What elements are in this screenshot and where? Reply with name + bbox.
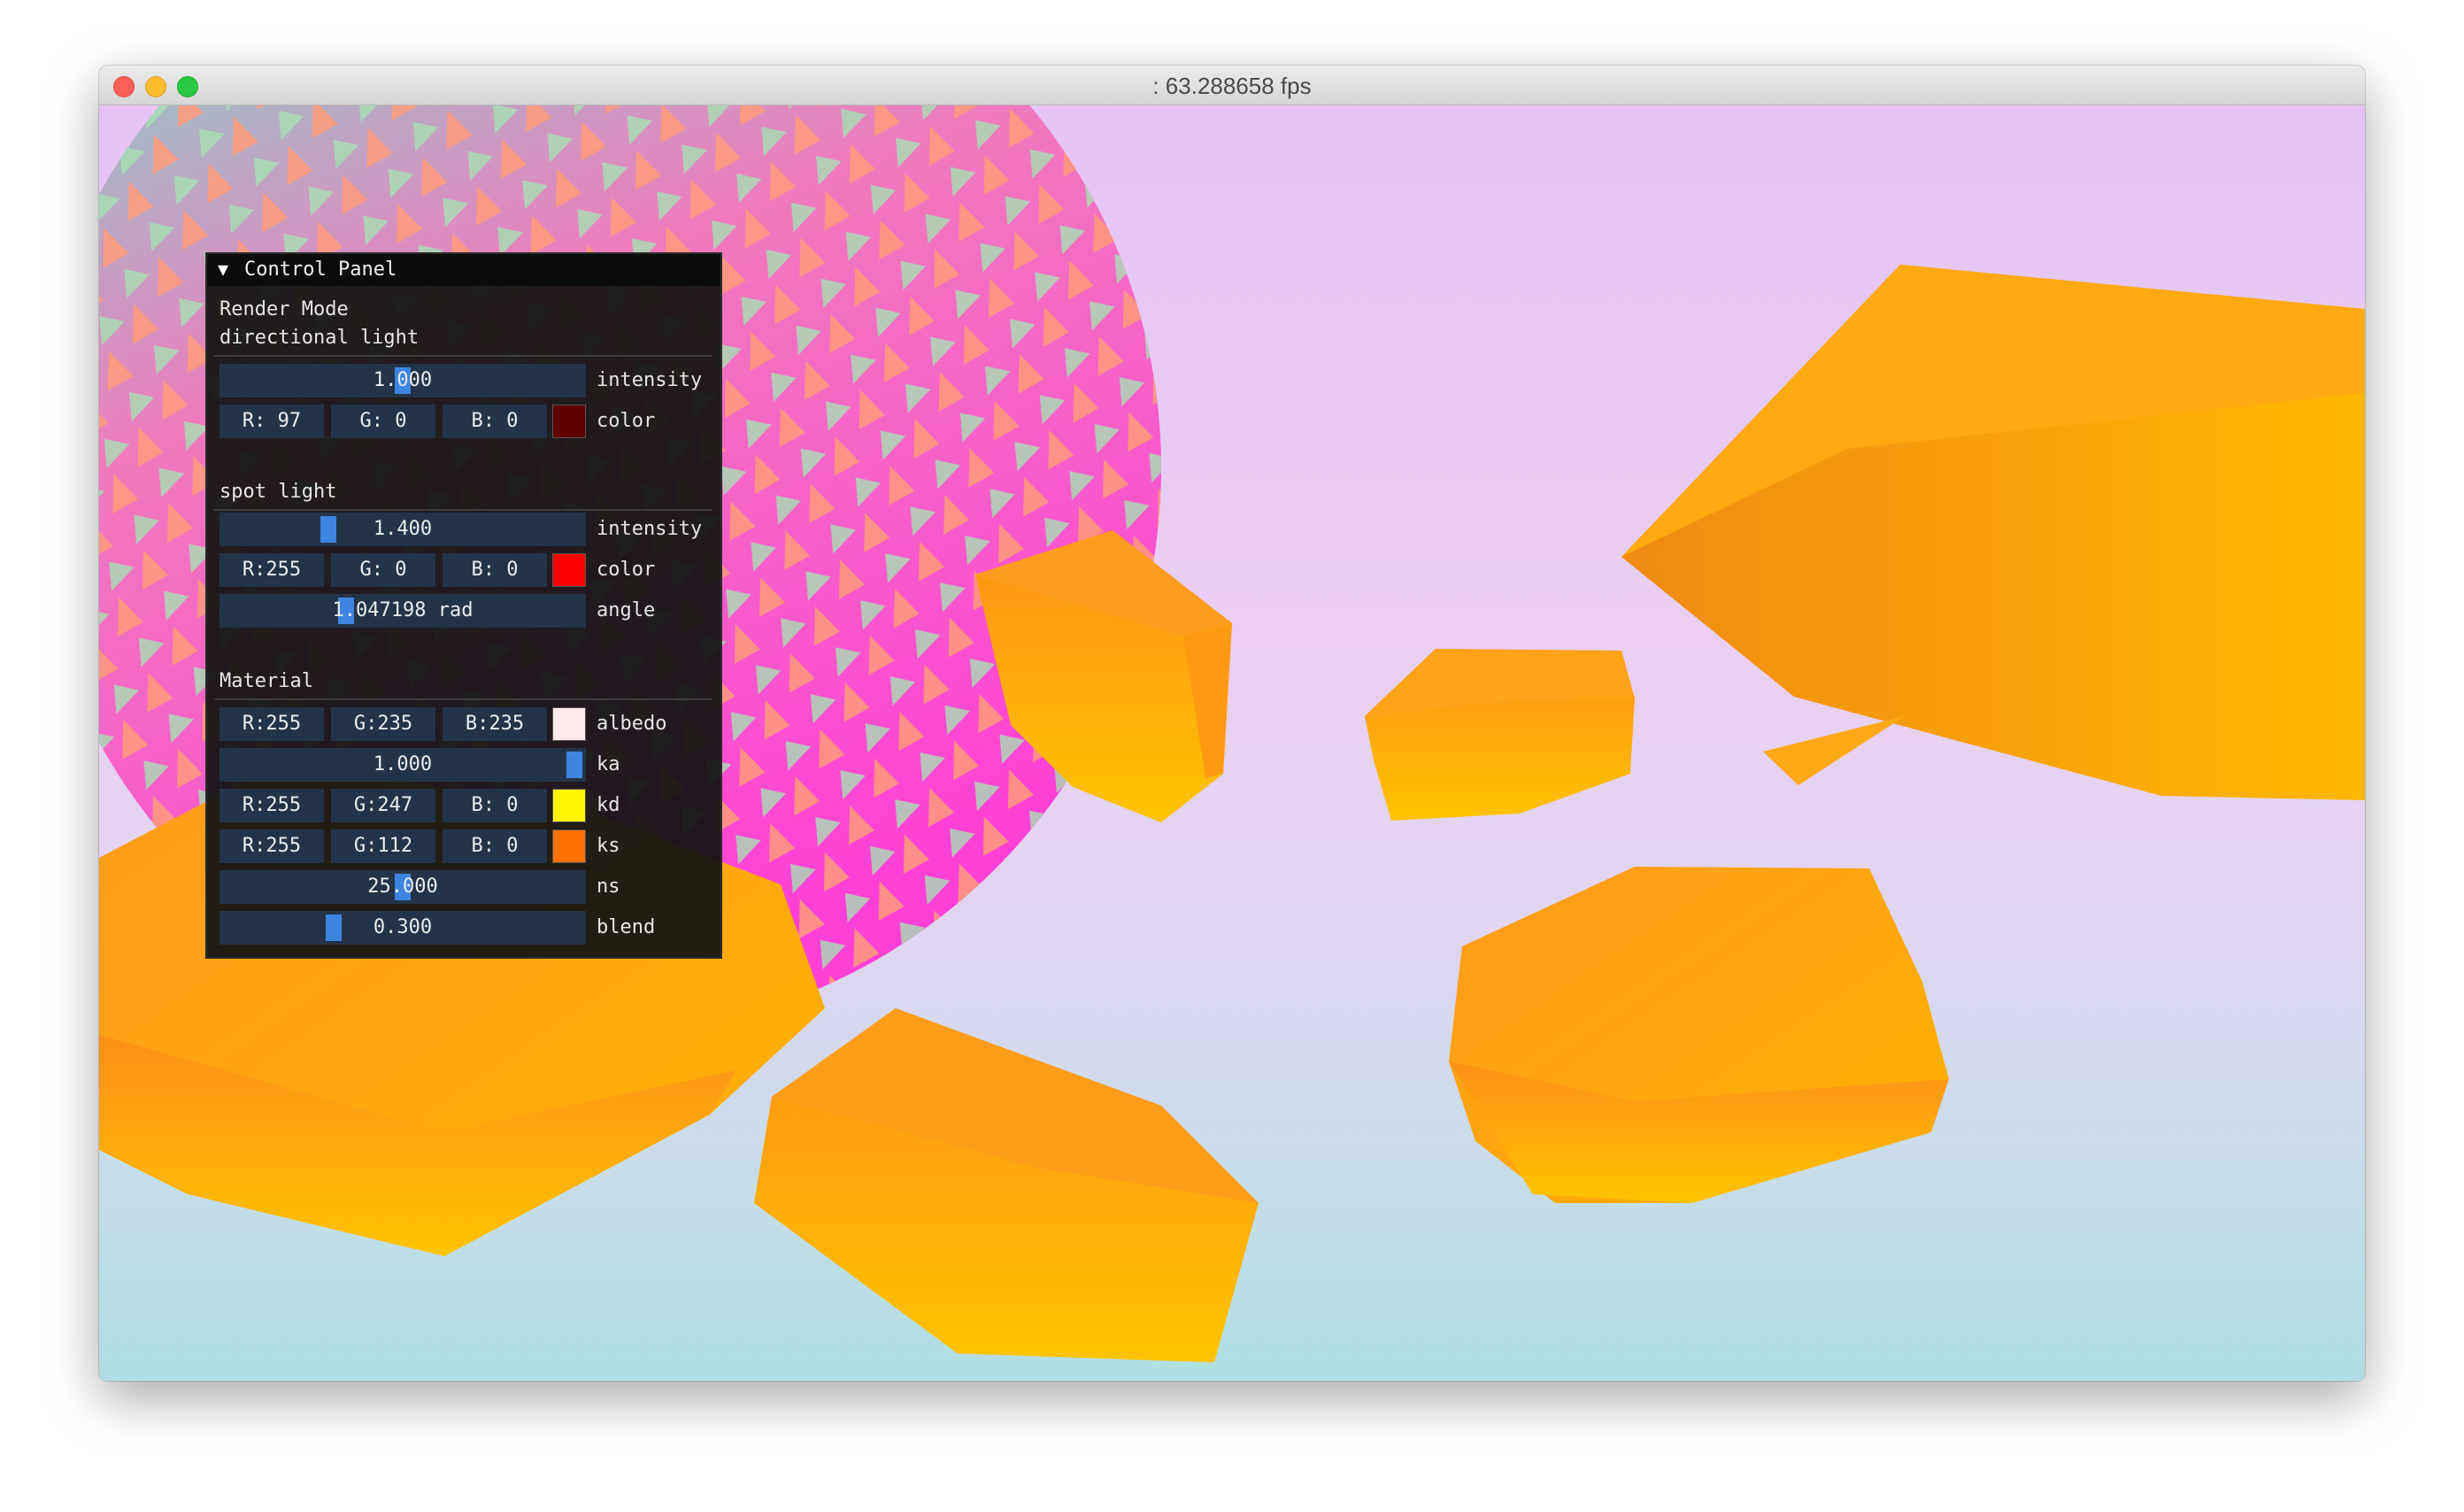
- field-value: R:255: [242, 794, 302, 816]
- field-value: G:247: [353, 794, 413, 816]
- field-value: G:112: [353, 835, 413, 857]
- spot-intensity-label: intensity: [597, 518, 703, 540]
- slider-value: 1.000: [373, 369, 433, 391]
- slider-value: 1.047198 rad: [332, 599, 474, 621]
- kd-b[interactable]: B: 0: [443, 789, 547, 822]
- control-panel-header[interactable]: ▼ Control Panel: [207, 254, 720, 286]
- spot-angle-label: angle: [597, 599, 656, 621]
- material-label: Material: [219, 670, 313, 692]
- spot-color-g[interactable]: G: 0: [331, 553, 435, 587]
- ns-slider[interactable]: 25.000: [219, 870, 586, 904]
- directional-color-r[interactable]: R: 97: [219, 405, 324, 438]
- directional-light-label: directional light: [219, 327, 420, 349]
- field-value: G:235: [353, 713, 413, 735]
- field-value: G: 0: [359, 559, 407, 581]
- field-value: B: 0: [471, 835, 519, 857]
- slider-value: 1.000: [373, 753, 433, 775]
- kd-color-swatch[interactable]: [552, 789, 586, 822]
- ka-slider[interactable]: 1.000: [219, 748, 586, 782]
- window-title: : 63.288658 fps: [1152, 73, 1312, 99]
- spot-color-b[interactable]: B: 0: [443, 553, 547, 587]
- field-value: G: 0: [359, 410, 407, 432]
- hexagon-prism-bottom-right: [1449, 867, 1949, 1203]
- kd-label: kd: [597, 794, 620, 816]
- spot-light-label: spot light: [219, 481, 337, 503]
- directional-color-label: color: [597, 410, 656, 432]
- ks-color-swatch[interactable]: [552, 829, 586, 863]
- albedo-b[interactable]: B:235: [443, 707, 547, 741]
- directional-color-swatch[interactable]: [552, 405, 586, 438]
- directional-intensity-slider[interactable]: 1.000: [219, 364, 586, 397]
- blend-label: blend: [597, 916, 656, 938]
- hexagon-prism-mid-right: [1365, 649, 1635, 821]
- control-panel[interactable]: ▼ Control Panel Render Mode directional …: [205, 252, 722, 959]
- hexagon-prism-large-right: [1621, 265, 2365, 800]
- albedo-r[interactable]: R:255: [219, 707, 324, 741]
- ns-label: ns: [597, 876, 620, 898]
- ks-b[interactable]: B: 0: [443, 829, 547, 863]
- app-window: : 63.288658 fps ▼ Control Panel Render M…: [99, 66, 2365, 1381]
- spot-color-r[interactable]: R:255: [219, 553, 324, 587]
- divider: [214, 355, 712, 357]
- spot-intensity-slider[interactable]: 1.400: [219, 513, 586, 546]
- field-value: R:255: [242, 559, 302, 581]
- hexagon-prism-bottom-mid: [754, 1008, 1259, 1362]
- render-viewport[interactable]: ▼ Control Panel Render Mode directional …: [99, 105, 2365, 1381]
- field-value: B: 0: [471, 559, 519, 581]
- field-value: R:255: [242, 835, 302, 857]
- spot-angle-slider[interactable]: 1.047198 rad: [219, 594, 586, 628]
- directional-color-b[interactable]: B: 0: [443, 405, 547, 438]
- field-value: R:255: [242, 713, 302, 735]
- albedo-label: albedo: [597, 713, 667, 735]
- field-value: B:235: [465, 713, 525, 735]
- control-panel-title: Control Panel: [244, 258, 397, 281]
- ka-label: ka: [597, 753, 620, 775]
- spot-color-label: color: [597, 559, 656, 581]
- divider: [214, 509, 712, 511]
- slider-value: 0.300: [373, 916, 433, 938]
- directional-color-g[interactable]: G: 0: [331, 405, 435, 438]
- render-mode-label: Render Mode: [219, 298, 349, 320]
- slider-value: 1.400: [373, 518, 433, 540]
- spot-color-swatch[interactable]: [552, 553, 586, 587]
- divider: [214, 698, 712, 700]
- slider-value: 25.000: [367, 876, 438, 898]
- kd-r[interactable]: R:255: [219, 789, 324, 822]
- title-bar[interactable]: : 63.288658 fps: [99, 66, 2365, 105]
- collapse-arrow-icon[interactable]: ▼: [218, 258, 228, 280]
- field-value: B: 0: [471, 794, 519, 816]
- ks-label: ks: [597, 835, 620, 857]
- ks-g[interactable]: G:112: [331, 829, 435, 863]
- field-value: B: 0: [471, 410, 519, 432]
- directional-intensity-label: intensity: [597, 369, 703, 391]
- ks-r[interactable]: R:255: [219, 829, 324, 863]
- field-value: R: 97: [242, 410, 302, 432]
- albedo-color-swatch[interactable]: [552, 707, 586, 741]
- albedo-g[interactable]: G:235: [331, 707, 435, 741]
- blend-slider[interactable]: 0.300: [219, 911, 586, 945]
- kd-g[interactable]: G:247: [331, 789, 435, 822]
